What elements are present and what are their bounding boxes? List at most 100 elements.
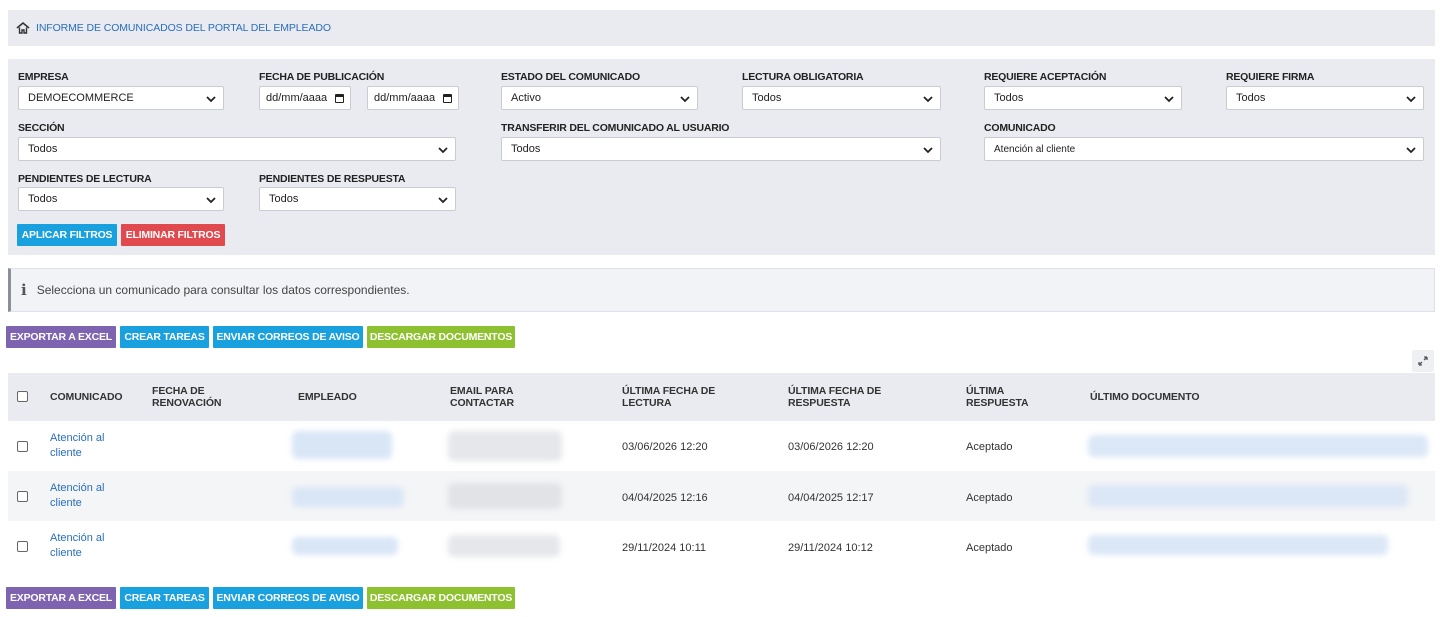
pendientes-respuesta-select[interactable]: Todos	[259, 187, 456, 211]
ultima-respuesta-fecha-cell: 04/04/2025 12:17	[788, 492, 874, 504]
breadcrumb: INFORME DE COMUNICADOS DEL PORTAL DEL EM…	[8, 10, 1435, 46]
header-ultima-respuesta-fecha-line1: ÚLTIMA FECHA DE	[788, 385, 882, 397]
clear-filters-button[interactable]: ELIMINAR FILTROS	[121, 224, 225, 246]
apply-filters-button[interactable]: APLICAR FILTROS	[17, 224, 117, 246]
requiere-firma-label: REQUIERE FIRMA	[1226, 71, 1315, 83]
header-email[interactable]: EMAIL PARA CONTACTAR	[450, 385, 514, 409]
chevron-down-icon	[206, 197, 216, 204]
header-comunicado[interactable]: COMUNICADO	[50, 391, 123, 403]
fecha-hasta-placeholder: dd/mm/aaaa	[374, 92, 436, 104]
ultima-respuesta-cell: Aceptado	[966, 441, 1013, 453]
chevron-down-icon	[1406, 147, 1416, 154]
chevron-down-icon	[206, 96, 216, 103]
estado-value: Activo	[511, 92, 541, 104]
download-docs-button-bottom[interactable]: DESCARGAR DOCUMENTOS	[367, 587, 515, 609]
expand-button[interactable]	[1412, 350, 1434, 372]
transferir-select[interactable]: Todos	[501, 137, 941, 161]
header-ultima-respuesta[interactable]: ÚLTIMA RESPUESTA	[966, 385, 1029, 409]
calendar-icon[interactable]	[443, 94, 452, 103]
email-redacted	[448, 483, 562, 509]
comunicado-link[interactable]: Atención al cliente	[50, 481, 104, 511]
empresa-label: EMPRESA	[18, 71, 69, 83]
estado-select[interactable]: Activo	[501, 86, 698, 110]
create-tasks-button[interactable]: CREAR TAREAS	[120, 326, 209, 348]
calendar-icon[interactable]	[335, 94, 344, 103]
pendientes-respuesta-label: PENDIENTES DE RESPUESTA	[259, 173, 406, 185]
ultima-lectura-cell: 29/11/2024 10:11	[622, 542, 707, 554]
select-all-checkbox[interactable]	[17, 391, 28, 402]
header-ultimo-documento[interactable]: ÚLTIMO DOCUMENTO	[1090, 391, 1200, 403]
seccion-label: SECCIÓN	[18, 122, 65, 134]
document-link-redacted[interactable]	[1088, 435, 1428, 457]
fecha-desde-input[interactable]: dd/mm/aaaa	[259, 86, 351, 110]
seccion-value: Todos	[28, 143, 58, 155]
header-fecha-renovacion[interactable]: FECHA DE RENOVACIÓN	[152, 385, 222, 409]
pendientes-lectura-value: Todos	[28, 193, 58, 205]
seccion-select[interactable]: Todos	[18, 137, 456, 161]
header-fecha-renovacion-line2: RENOVACIÓN	[152, 397, 222, 409]
row-checkbox[interactable]	[17, 441, 28, 452]
send-emails-button-bottom[interactable]: ENVIAR CORREOS DE AVISO	[213, 587, 363, 609]
header-ultima-respuesta-line1: ÚLTIMA	[966, 385, 1005, 397]
document-link-redacted[interactable]	[1088, 485, 1408, 507]
row-checkbox[interactable]	[17, 491, 28, 502]
header-ultima-respuesta-fecha[interactable]: ÚLTIMA FECHA DE RESPUESTA	[788, 385, 881, 409]
ultima-respuesta-fecha-cell: 29/11/2024 10:12	[788, 542, 873, 554]
download-docs-button[interactable]: DESCARGAR DOCUMENTOS	[367, 326, 515, 348]
header-ultima-lectura-line2: LECTURA	[622, 397, 672, 409]
header-ultima-lectura[interactable]: ÚLTIMA FECHA DE LECTURA	[622, 385, 715, 409]
table-header: COMUNICADO FECHA DE RENOVACIÓN EMPLEADO …	[8, 373, 1435, 421]
email-redacted	[448, 431, 562, 461]
comunicado-link-line1: Atención al	[50, 432, 105, 444]
page-title[interactable]: INFORME DE COMUNICADOS DEL PORTAL DEL EM…	[36, 22, 331, 34]
header-empleado[interactable]: EMPLEADO	[298, 391, 357, 403]
fecha-hasta-input[interactable]: dd/mm/aaaa	[367, 86, 459, 110]
employee-name-redacted[interactable]	[292, 431, 392, 459]
expand-icon	[1418, 356, 1428, 366]
fecha-desde-placeholder: dd/mm/aaaa	[266, 92, 328, 104]
export-excel-button-bottom[interactable]: EXPORTAR A EXCEL	[6, 587, 116, 609]
comunicado-select[interactable]: Atención al cliente	[984, 137, 1424, 161]
header-fecha-renovacion-line1: FECHA DE	[152, 385, 205, 397]
chevron-down-icon	[1406, 96, 1416, 103]
pendientes-respuesta-value: Todos	[269, 193, 299, 205]
comunicado-link[interactable]: Atención al cliente	[50, 531, 104, 561]
chevron-down-icon	[438, 147, 448, 154]
transferir-label: TRANSFERIR DEL COMUNICADO AL USUARIO	[501, 122, 730, 134]
chevron-down-icon	[680, 96, 690, 103]
pendientes-lectura-label: PENDIENTES DE LECTURA	[18, 173, 152, 185]
email-redacted	[448, 535, 560, 557]
comunicado-link-line1: Atención al	[50, 532, 105, 544]
comunicado-link-line1: Atención al	[50, 482, 105, 494]
ultima-lectura-cell: 03/06/2026 12:20	[622, 441, 708, 453]
info-text: Selecciona un comunicado para consultar …	[36, 283, 410, 297]
create-tasks-button-bottom[interactable]: CREAR TAREAS	[120, 587, 209, 609]
send-emails-button[interactable]: ENVIAR CORREOS DE AVISO	[213, 326, 363, 348]
document-link-redacted[interactable]	[1088, 535, 1388, 555]
employee-name-redacted[interactable]	[292, 487, 404, 507]
lectura-obligatoria-select[interactable]: Todos	[742, 86, 941, 110]
ultima-respuesta-cell: Aceptado	[966, 492, 1013, 504]
header-email-line1: EMAIL PARA	[450, 385, 514, 397]
chevron-down-icon	[1164, 96, 1174, 103]
table-row[interactable]: Atención al cliente 03/06/2026 12:20 03/…	[8, 421, 1435, 471]
export-excel-button[interactable]: EXPORTAR A EXCEL	[6, 326, 116, 348]
requiere-aceptacion-value: Todos	[994, 92, 1024, 104]
table-row[interactable]: Atención al cliente 04/04/2025 12:16 04/…	[8, 471, 1435, 521]
employee-name-redacted[interactable]	[292, 537, 398, 555]
info-alert: i Selecciona un comunicado para consulta…	[8, 268, 1435, 312]
ultima-lectura-cell: 04/04/2025 12:16	[622, 492, 708, 504]
lectura-obligatoria-label: LECTURA OBLIGATORIA	[742, 71, 864, 83]
comunicado-link[interactable]: Atención al cliente	[50, 431, 104, 461]
empresa-select[interactable]: DEMOECOMMERCE	[18, 86, 224, 110]
home-icon[interactable]	[16, 21, 30, 35]
pendientes-lectura-select[interactable]: Todos	[18, 187, 224, 211]
comunicado-label: COMUNICADO	[984, 122, 1056, 134]
requiere-firma-select[interactable]: Todos	[1226, 86, 1424, 110]
table-row[interactable]: Atención al cliente 29/11/2024 10:11 29/…	[8, 521, 1435, 571]
lectura-obligatoria-value: Todos	[752, 92, 782, 104]
requiere-aceptacion-select[interactable]: Todos	[984, 86, 1182, 110]
header-ultima-respuesta-fecha-line2: RESPUESTA	[788, 397, 851, 409]
row-checkbox[interactable]	[17, 541, 28, 552]
header-ultima-lectura-line1: ÚLTIMA FECHA DE	[622, 385, 716, 397]
